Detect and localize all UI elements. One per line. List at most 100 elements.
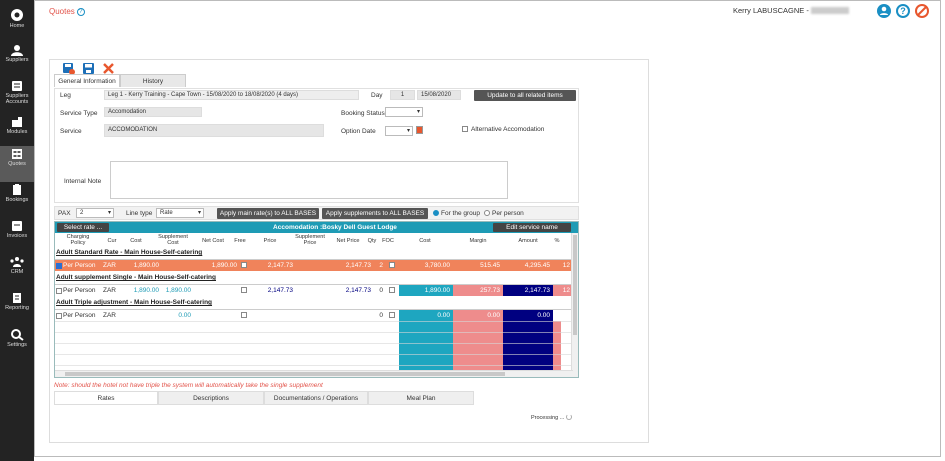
edit-service-name-button[interactable]: Edit service name [493,223,571,232]
table-row[interactable]: Per Person ZAR 1,890.00 1,890.00 2,147.73 2,1… [55,259,573,271]
help-circle-icon[interactable]: ? [896,4,910,18]
cell-cost: 1,890.00 [133,262,159,269]
sidebar-item-suppliers-accounts[interactable]: Suppliers Accounts [0,78,34,114]
apply-supplements-button[interactable]: Apply supplements to ALL BASES [322,208,428,219]
pax-select[interactable]: 2 [76,208,114,218]
crm-icon [0,256,34,268]
bookings-icon [0,184,34,196]
cell-amount: 4,295.45 [503,260,553,271]
free-checkbox[interactable] [241,287,247,293]
grid-line [55,321,573,322]
table-row[interactable]: Per Person ZAR 0.00 0 0.00 0.00 0.00 [55,309,573,321]
page-title-text: Quotes [49,7,75,16]
line-type-select[interactable]: Rate [156,208,204,218]
sidebar-item-label: Suppliers Accounts [5,93,29,105]
for-group-radio[interactable] [433,210,439,216]
main-content: Quotes? Kerry LABUSCAGNE - ? General Inf… [34,0,941,457]
column-header: Cost [130,238,142,244]
free-checkbox[interactable] [241,262,247,268]
row-select-checkbox[interactable] [56,313,62,319]
spinner-icon [566,414,572,420]
sidebar-item-settings[interactable]: Settings [0,326,34,362]
reporting-icon [0,292,34,304]
grid-title: Accomodation :Bosky Dell Guest Lodge [273,224,397,231]
scroll-thumb[interactable] [573,235,577,335]
section-title: Adult Triple adjustment - Main House-Sel… [56,299,213,306]
vertical-scrollbar[interactable] [571,233,578,377]
cell-net-price: 2,147.73 [345,287,371,294]
cancel-icon[interactable] [915,4,929,18]
tab-rates[interactable]: Rates [54,391,158,405]
sidebar-item-label: Suppliers [5,57,29,63]
foc-checkbox[interactable] [389,312,395,318]
update-related-button[interactable]: Update to all related items [474,90,576,101]
pax-label: PAX [58,210,71,217]
tab-meal-plan[interactable]: Meal Plan [368,391,474,405]
calendar-icon[interactable] [416,126,423,134]
sidebar-item-home[interactable]: Home [0,6,34,42]
sidebar-item-label: Modules [6,129,28,135]
foc-checkbox[interactable] [389,262,395,268]
tab-descriptions[interactable]: Descriptions [158,391,264,405]
user-redacted [810,7,849,14]
sidebar-item-label: CRM [10,269,24,275]
service-field: ACCOMODATION [104,124,324,137]
date-field[interactable]: 15/08/2020 [417,90,461,100]
tab-documentations-operations[interactable]: Documentations / Operations [264,391,368,405]
table-row[interactable]: Per Person ZAR 1,890.00 1,890.00 2,147.73 2,1… [55,284,573,296]
cell-supp-cost: 0.00 [178,312,191,319]
help-icon[interactable]: ? [76,8,85,16]
per-person-radio[interactable] [484,210,490,216]
sidebar-item-crm[interactable]: CRM [0,254,34,290]
tab-history[interactable]: History [120,74,186,87]
sidebar-item-quotes[interactable]: Quotes [0,146,34,182]
sidebar-item-bookings[interactable]: Bookings [0,182,34,218]
column-header: Net Cost [202,238,224,244]
cell-pct: 12 [553,260,573,271]
internal-note-textarea[interactable] [110,161,508,199]
cell-policy: Per Person [63,287,96,294]
cell-amount: 0.00 [503,310,553,321]
column-header: Charging Policy [66,234,90,246]
sidebar-item-label: Bookings [5,197,29,203]
column-header: Cost [419,238,431,244]
booking-status-label: Booking Status [341,110,385,117]
free-checkbox[interactable] [241,312,247,318]
day-field[interactable]: 1 [390,90,415,100]
sidebar-item-modules[interactable]: Modules [0,114,34,150]
leg-label: Leg [60,92,71,99]
foc-checkbox[interactable] [389,287,395,293]
apply-main-rates-button[interactable]: Apply main rate(s) to ALL BASES [217,208,319,219]
row-select-checkbox[interactable] [56,288,62,294]
column-header: Supplement Cost [158,234,188,246]
option-date-input[interactable] [385,126,413,136]
tab-general-information[interactable]: General Information [54,74,120,87]
hscroll-thumb[interactable] [65,372,505,376]
grid-line [55,332,573,333]
profile-icon[interactable] [877,4,891,18]
cell-qty: 2 [379,262,383,269]
column-header: Cur [107,238,117,244]
cell-net-cost: 1,890.00 [211,262,237,269]
booking-status-select[interactable] [385,107,423,117]
alternative-accomodation-checkbox[interactable] [462,126,468,132]
horizontal-scrollbar[interactable] [55,370,573,377]
settings-icon [0,328,34,341]
cell-cur: ZAR [103,287,116,294]
cell-margin: 0.00 [453,310,503,321]
sidebar-item-reporting[interactable]: Reporting [0,290,34,326]
home-icon [0,8,34,22]
suppliers-accounts-icon [0,80,34,92]
option-date-label: Option Date [341,128,376,135]
grid-line [55,343,573,344]
modules-icon [0,116,34,128]
sidebar-item-suppliers[interactable]: Suppliers [0,42,34,78]
sidebar-item-label: Settings [7,342,27,348]
line-type-label: Line type [126,210,153,217]
cell-margin: 515.45 [453,260,503,271]
select-rate-button[interactable]: Select rate ... [57,223,109,232]
row-select-checkbox[interactable] [56,263,62,269]
column-header: FOC [382,238,394,244]
sidebar-item-invoices[interactable]: Invoices [0,218,34,254]
for-group-label: For the group [441,210,481,217]
